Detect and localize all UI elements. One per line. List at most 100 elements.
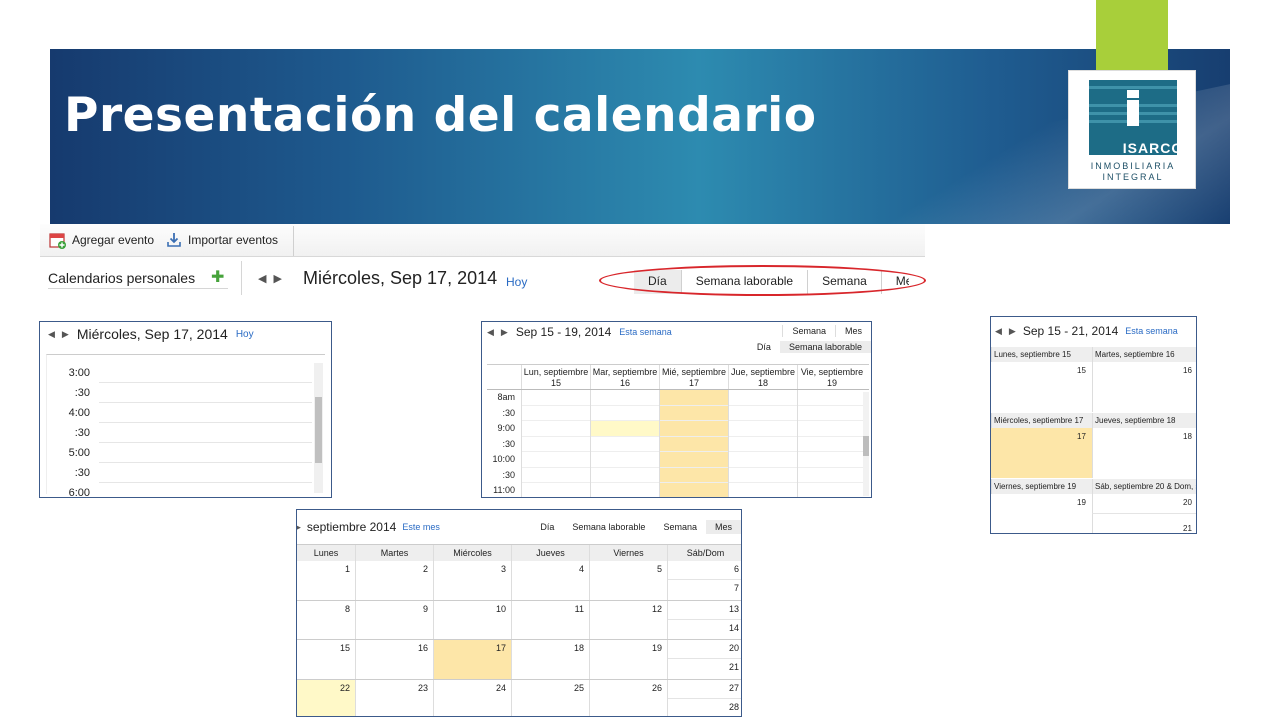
day-view-panel: ◀ ▶ Miércoles, Sep 17, 2014 Hoy 3:00 :30…: [39, 321, 332, 498]
time-label: :30: [74, 387, 90, 399]
add-event-button[interactable]: Agregar evento: [49, 231, 154, 249]
day-cell[interactable]: 15: [297, 640, 355, 679]
day-number: 18: [1183, 432, 1192, 441]
day-column[interactable]: [728, 390, 797, 497]
day-cell[interactable]: 19: [589, 640, 667, 679]
weekend-cell[interactable]: 67: [667, 561, 741, 600]
day-cell[interactable]: 18: [511, 640, 589, 679]
day-cell[interactable]: 25: [511, 679, 589, 716]
today-column[interactable]: [659, 390, 728, 497]
time-label: 9:00: [497, 423, 515, 433]
day-cell[interactable]: 12: [589, 600, 667, 639]
weekday-header: Miércoles: [433, 545, 511, 561]
tab-workweek[interactable]: Semana laborable: [563, 520, 654, 534]
day-number: 14: [728, 622, 739, 633]
time-slot[interactable]: [99, 463, 312, 483]
day-cell[interactable]: 3: [433, 561, 511, 600]
time-slot[interactable]: [99, 443, 312, 463]
time-slot[interactable]: [99, 403, 312, 423]
day-cell[interactable]: [1092, 514, 1196, 533]
day-cell[interactable]: 11: [511, 600, 589, 639]
time-slot[interactable]: [99, 383, 312, 403]
time-slot[interactable]: [99, 483, 312, 497]
day-grid: 3:00 :30 4:00 :30 5:00 :30 6:00: [46, 354, 325, 497]
weekday-header: Lunes: [313, 548, 339, 558]
day-cell[interactable]: [1092, 362, 1196, 412]
day-column[interactable]: [590, 390, 659, 497]
time-label: :30: [74, 467, 90, 479]
plus-icon[interactable]: ✚: [211, 267, 224, 287]
day-column[interactable]: [521, 390, 590, 497]
day-number: 9: [422, 603, 428, 614]
day-header[interactable]: Mar, septiembre 16: [590, 365, 659, 389]
workweek-range: Sep 15 - 19, 2014: [515, 325, 612, 339]
day-cell[interactable]: [1092, 428, 1196, 478]
scrollbar[interactable]: [863, 392, 869, 496]
tab-day[interactable]: Día: [531, 520, 563, 534]
day-cell[interactable]: 22: [297, 679, 355, 716]
day-cell[interactable]: 24: [433, 679, 511, 716]
scroll-thumb[interactable]: [863, 436, 869, 456]
scrollbar[interactable]: [314, 363, 323, 493]
day-cell[interactable]: 4: [511, 561, 589, 600]
time-label: 5:00: [68, 447, 90, 459]
tab-month[interactable]: Mes: [705, 520, 741, 534]
weekday-header: Sáb/Dom: [667, 545, 741, 561]
weekend-cell[interactable]: 20 21: [667, 640, 741, 679]
day-cell[interactable]: 2: [355, 561, 433, 600]
this-month-link[interactable]: Este mes: [402, 522, 440, 532]
prev-icon[interactable]: ◀: [48, 329, 55, 340]
prev-icon[interactable]: ◀: [258, 272, 266, 285]
tab-week[interactable]: Semana: [654, 520, 706, 534]
weekend-cell[interactable]: 27 28: [667, 679, 741, 716]
day-column[interactable]: [797, 390, 866, 497]
month-header-row: Lunes Martes Miércoles Jueves Viernes Sá…: [297, 544, 741, 561]
day-cell[interactable]: 10: [433, 600, 511, 639]
date-nav: ◀ ▶: [258, 272, 282, 285]
today-link[interactable]: Hoy: [236, 329, 254, 340]
day-number: 22: [339, 682, 350, 693]
this-week-link[interactable]: Esta semana: [619, 327, 672, 337]
next-icon[interactable]: ▶: [273, 272, 281, 285]
import-events-label: Importar eventos: [188, 233, 279, 247]
personal-calendars-label[interactable]: Calendarios personales: [48, 270, 195, 286]
tab-day[interactable]: Día: [748, 341, 780, 353]
day-header[interactable]: Vie, septiembre 19: [797, 365, 866, 389]
import-events-button[interactable]: Importar eventos: [165, 231, 278, 249]
tab-week[interactable]: Semana: [782, 325, 835, 337]
next-icon[interactable]: ▶: [62, 329, 69, 340]
day-cell[interactable]: 8: [297, 601, 355, 640]
week-row: 15 16 17 18 19 20 21: [297, 640, 741, 680]
day-cell[interactable]: 9: [355, 600, 433, 639]
day-number: 16: [417, 643, 428, 653]
day-header[interactable]: Lun, septiembre 15: [521, 365, 590, 389]
next-icon[interactable]: ▶: [501, 327, 508, 338]
scroll-thumb[interactable]: [315, 397, 322, 463]
day-cell[interactable]: 23: [355, 679, 433, 716]
week-row: 22 23 24 25 26 27 28: [297, 679, 741, 716]
this-week-link[interactable]: Esta semana: [1125, 326, 1178, 336]
day-cell[interactable]: 26: [589, 679, 667, 716]
time-slot[interactable]: [99, 423, 312, 443]
day-cell[interactable]: 16: [355, 640, 433, 679]
day-cell[interactable]: 17: [433, 640, 511, 679]
isarco-logo: ISARCO INMOBILIARIA INTEGRAL: [1068, 70, 1196, 189]
day-number: 21: [1183, 524, 1192, 533]
tab-workweek[interactable]: Semana laborable: [779, 341, 871, 353]
day-cell[interactable]: [1092, 494, 1196, 514]
tab-month[interactable]: Mes: [834, 325, 871, 337]
underline: [48, 288, 228, 289]
day-header[interactable]: Mié, septiembre 17: [659, 365, 728, 389]
time-label: :30: [502, 469, 515, 480]
time-slot[interactable]: [99, 363, 312, 383]
prev-icon[interactable]: ◀: [487, 327, 494, 338]
day-header[interactable]: Jue, septiembre 18: [728, 365, 797, 389]
day-cell[interactable]: 1: [297, 561, 355, 600]
next-icon[interactable]: ▶: [1009, 326, 1016, 337]
time-label: 4:00: [68, 407, 90, 419]
day-cell[interactable]: 5: [589, 561, 667, 600]
prev-icon[interactable]: ◀: [995, 326, 1002, 337]
weekend-cell[interactable]: 13 14: [667, 600, 741, 639]
today-link[interactable]: Hoy: [506, 275, 527, 289]
next-icon[interactable]: ▶: [297, 522, 301, 533]
